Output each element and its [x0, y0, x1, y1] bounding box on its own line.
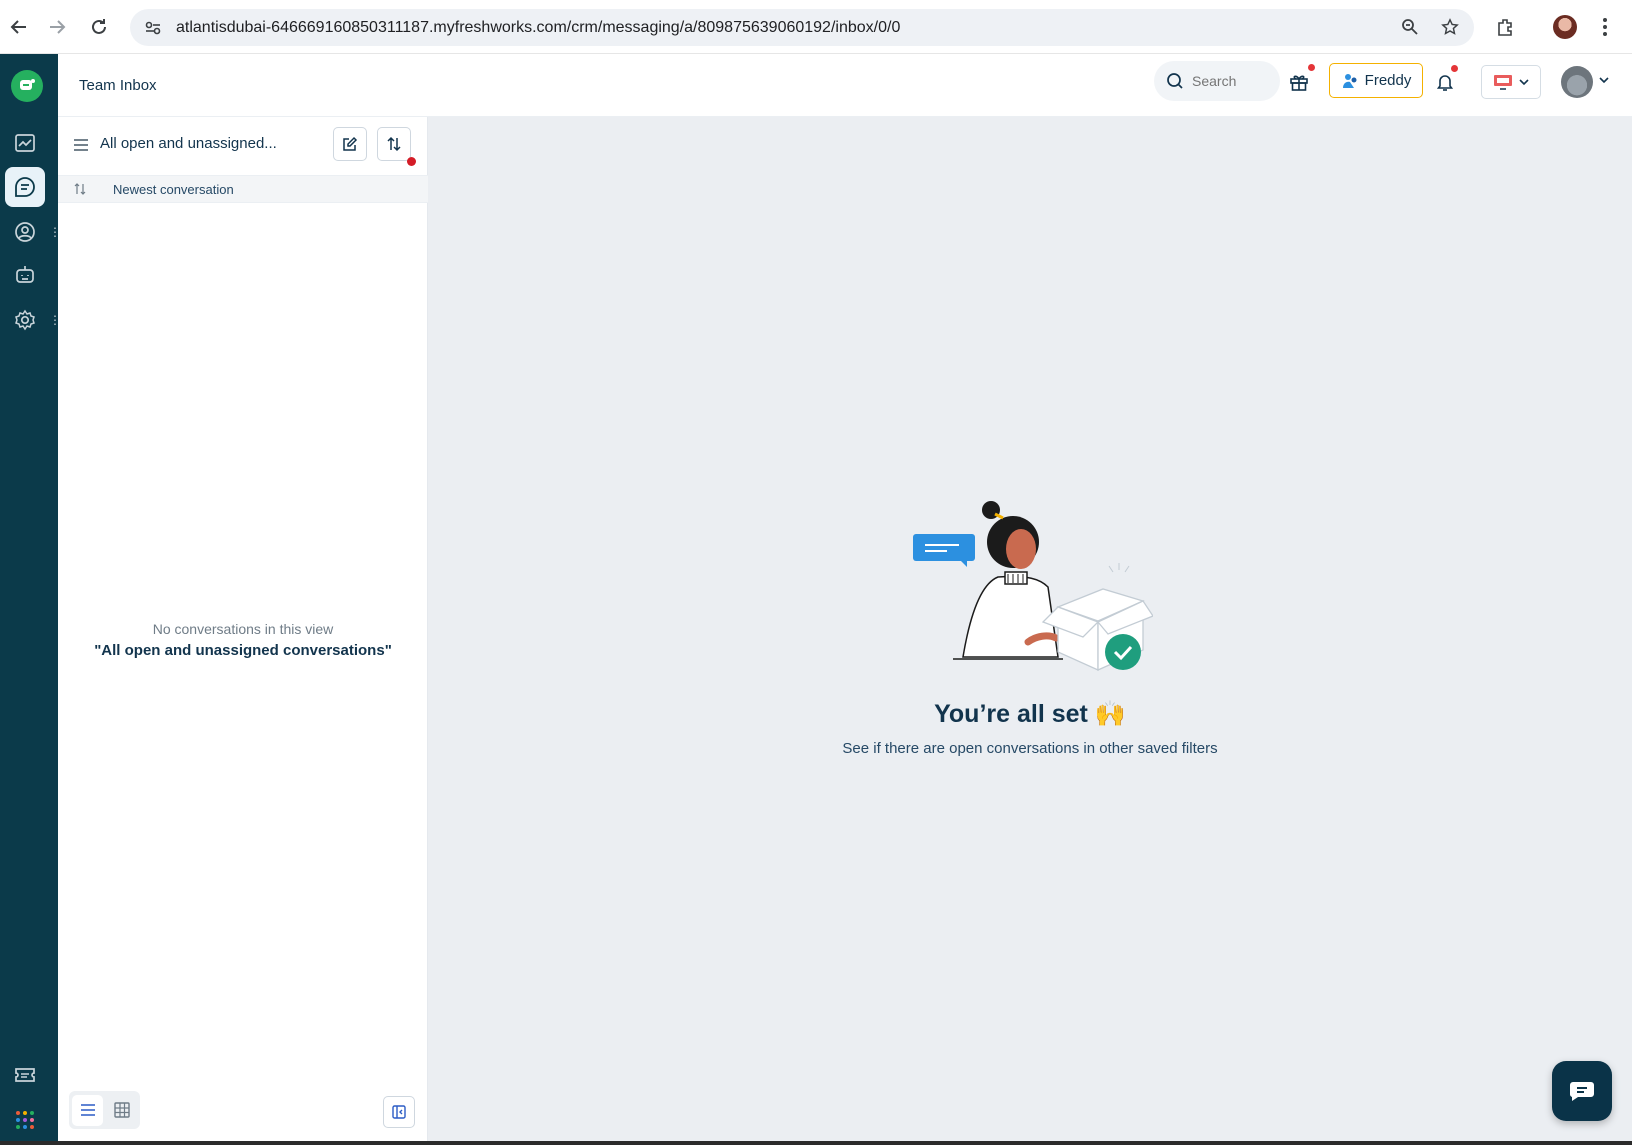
search-input[interactable] — [1192, 73, 1272, 89]
layout-toggle — [69, 1091, 140, 1129]
global-search[interactable] — [1154, 61, 1280, 101]
chevron-down-icon — [1519, 79, 1529, 86]
address-bar[interactable]: atlantisdubai-646669160850311187.myfresh… — [130, 9, 1474, 46]
compose-button[interactable] — [333, 127, 367, 161]
contacts-icon[interactable] — [5, 212, 45, 252]
zoom-icon[interactable] — [1396, 13, 1424, 41]
sort-row[interactable]: Newest conversation — [58, 175, 428, 203]
url-text: atlantisdubai-646669160850311187.myfresh… — [176, 18, 901, 36]
empty-state-text: No conversations in this view — [152, 621, 334, 637]
page-title: Team Inbox — [79, 77, 157, 94]
user-avatar[interactable] — [1561, 66, 1593, 98]
list-header: All open and unassigned... — [58, 117, 428, 175]
sort-button[interactable] — [377, 127, 411, 161]
chrome-menu-icon[interactable] — [1590, 12, 1620, 42]
forward-icon[interactable] — [42, 12, 72, 42]
freddy-label: Freddy — [1364, 72, 1412, 89]
profile-avatar[interactable] — [1550, 12, 1580, 42]
status-icon — [1494, 75, 1512, 90]
collapse-panel-button[interactable] — [383, 1096, 415, 1128]
sort-small-icon — [74, 183, 86, 195]
conversations-icon[interactable] — [5, 167, 45, 207]
left-navigation: ⋮ ⋮ — [0, 54, 61, 1145]
empty-state-title: You’re all set 🙌 — [934, 700, 1126, 728]
contacts-more-icon[interactable]: ⋮ — [49, 226, 61, 238]
freddy-button[interactable]: Freddy — [1329, 63, 1423, 98]
saved-filter-title[interactable]: All open and unassigned... — [100, 135, 277, 152]
bookmark-star-icon[interactable] — [1436, 13, 1464, 41]
settings-icon[interactable] — [5, 300, 45, 340]
bot-icon[interactable] — [5, 255, 45, 295]
app-header: Team Inbox Freddy — [58, 54, 1632, 117]
collapse-panel-icon — [392, 1105, 406, 1119]
gift-icon[interactable] — [1285, 68, 1313, 96]
bell-icon[interactable] — [1431, 68, 1459, 96]
freshchat-logo-icon[interactable] — [11, 70, 43, 102]
avatar-chevron-down-icon[interactable] — [1599, 76, 1609, 84]
compose-icon — [343, 136, 358, 151]
gift-notification-dot — [1308, 64, 1315, 71]
empty-state-subtitle: See if there are open conversations in o… — [842, 740, 1218, 757]
reload-icon[interactable] — [84, 12, 114, 42]
conversation-list-panel: All open and unassigned... Newest conver… — [58, 117, 428, 1145]
back-icon[interactable] — [4, 12, 34, 42]
empty-state-view-name: "All open and unassigned conversations" — [94, 642, 392, 659]
sort-label: Newest conversation — [113, 182, 234, 197]
table-view-icon[interactable] — [106, 1095, 137, 1126]
freddy-icon — [1342, 73, 1357, 88]
site-settings-icon[interactable] — [136, 11, 170, 45]
extensions-icon[interactable] — [1490, 12, 1520, 42]
settings-more-icon[interactable]: ⋮ — [49, 314, 61, 326]
list-view-icon[interactable] — [72, 1094, 103, 1126]
dashboard-icon[interactable] — [5, 123, 45, 163]
sort-indicator-dot — [407, 157, 416, 166]
taskbar-edge — [0, 1141, 1632, 1145]
chat-widget-button[interactable] — [1552, 1061, 1612, 1121]
conversation-detail-area: You’re all set 🙌 See if there are open c… — [428, 117, 1632, 1145]
browser-toolbar: atlantisdubai-646669160850311187.myfresh… — [0, 0, 1632, 54]
tickets-icon[interactable] — [5, 1055, 45, 1095]
availability-status-dropdown[interactable] — [1481, 65, 1541, 99]
bell-notification-dot — [1451, 65, 1458, 72]
chat-bubble-icon — [1569, 1082, 1594, 1101]
all-set-illustration — [913, 501, 1153, 672]
sort-icon — [387, 136, 401, 152]
search-icon — [1167, 73, 1183, 89]
filter-menu-icon[interactable] — [73, 138, 89, 152]
apps-grid-icon[interactable] — [5, 1100, 45, 1140]
